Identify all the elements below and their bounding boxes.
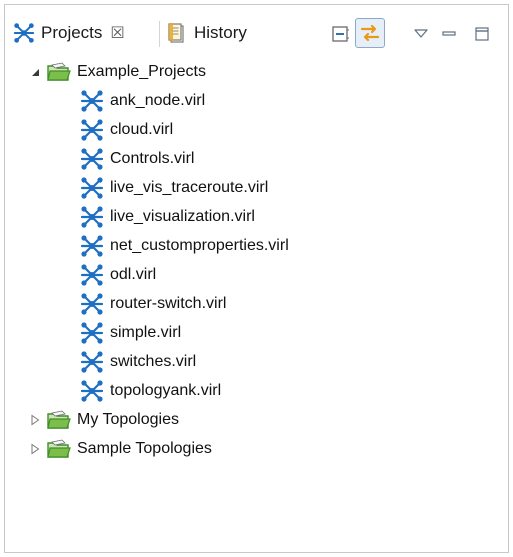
topology-file-icon	[80, 292, 104, 316]
expanded-arrow-icon[interactable]	[29, 66, 41, 78]
link-with-editor-button[interactable]	[355, 18, 385, 48]
tree-file-item[interactable]: live_visualization.virl	[80, 202, 255, 231]
file-label: ank_node.virl	[110, 91, 206, 109]
tab-history[interactable]: History	[166, 17, 247, 49]
tree-node-sample-topologies[interactable]: Sample Topologies	[29, 434, 212, 463]
tab-history-label: History	[194, 23, 247, 42]
topology-file-icon	[80, 350, 104, 374]
minimize-icon	[442, 31, 456, 36]
topology-file-icon	[80, 321, 104, 345]
tree-file-item[interactable]: live_vis_traceroute.virl	[80, 173, 268, 202]
file-label: cloud.virl	[110, 120, 174, 138]
tree-file-item[interactable]: ank_node.virl	[80, 86, 205, 115]
topology-file-icon	[80, 379, 104, 403]
projects-view: Projects ☒ History Example_Projects ank_…	[4, 4, 509, 553]
topology-file-icon	[80, 176, 104, 200]
tree-node-label: My Topologies	[77, 410, 179, 428]
view-menu-button[interactable]	[412, 21, 430, 47]
tree-node-label: Example_Projects	[77, 62, 206, 80]
collapsed-arrow-icon[interactable]	[29, 443, 41, 455]
maximize-button[interactable]	[473, 21, 491, 47]
tree-file-item[interactable]: odl.virl	[80, 260, 156, 289]
tab-divider	[159, 21, 160, 47]
file-label: Controls.virl	[110, 149, 195, 167]
file-label: live_vis_traceroute.virl	[110, 178, 269, 196]
tree-node-example-projects[interactable]: Example_Projects	[29, 57, 206, 86]
tree-file-item[interactable]: net_customproperties.virl	[80, 231, 289, 260]
topology-file-icon	[80, 205, 104, 229]
topology-icon	[13, 22, 35, 44]
history-icon	[168, 23, 184, 43]
topology-file-icon	[80, 89, 104, 113]
file-label: simple.virl	[110, 323, 182, 341]
tree-node-my-topologies[interactable]: My Topologies	[29, 405, 179, 434]
file-label: router-switch.virl	[110, 294, 227, 312]
file-label: live_visualization.virl	[110, 207, 255, 225]
tab-projects[interactable]: Projects ☒	[13, 17, 125, 49]
file-label: topologyank.virl	[110, 381, 222, 399]
close-tab-icon[interactable]: ☒	[110, 23, 124, 43]
file-label: odl.virl	[110, 265, 157, 283]
project-folder-icon	[47, 410, 71, 430]
collapse-all-button[interactable]	[329, 21, 351, 47]
tree-file-item[interactable]: cloud.virl	[80, 115, 173, 144]
view-menu-icon	[414, 29, 428, 38]
minimize-button[interactable]	[441, 21, 457, 47]
topology-file-icon	[80, 263, 104, 287]
maximize-icon	[475, 27, 489, 41]
collapsed-arrow-icon[interactable]	[29, 414, 41, 426]
tab-projects-label: Projects	[41, 23, 103, 42]
collapse-all-icon	[332, 26, 349, 42]
project-folder-icon	[47, 62, 71, 82]
topology-file-icon	[80, 147, 104, 171]
tree-file-item[interactable]: simple.virl	[80, 318, 181, 347]
tree-file-item[interactable]: switches.virl	[80, 347, 196, 376]
tree-node-label: Sample Topologies	[77, 439, 212, 457]
tree-file-item[interactable]: Controls.virl	[80, 144, 194, 173]
link-with-editor-icon	[360, 24, 380, 42]
topology-file-icon	[80, 234, 104, 258]
file-label: net_customproperties.virl	[110, 236, 289, 254]
topology-file-icon	[80, 118, 104, 142]
view-tab-bar: Projects ☒ History	[5, 5, 508, 53]
tree-file-item[interactable]: router-switch.virl	[80, 289, 226, 318]
tree-file-item[interactable]: topologyank.virl	[80, 376, 221, 405]
file-label: switches.virl	[110, 352, 197, 370]
project-folder-icon	[47, 439, 71, 459]
